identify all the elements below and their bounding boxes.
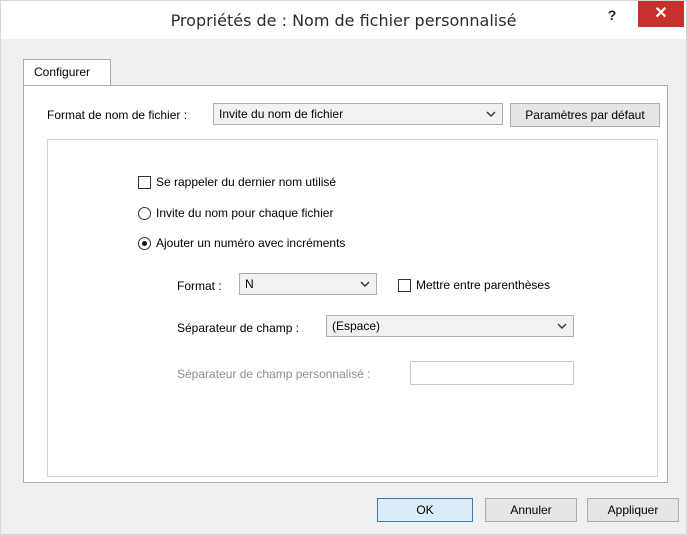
field-separator-value: (Espace): [332, 319, 381, 333]
custom-separator-input: [410, 361, 574, 385]
field-separator-label: Séparateur de champ :: [177, 321, 300, 335]
help-button[interactable]: ?: [599, 5, 625, 27]
default-settings-button[interactable]: Paramètres par défaut: [510, 103, 660, 127]
custom-separator-label: Séparateur de champ personnalisé :: [177, 367, 371, 381]
chevron-down-icon: [360, 274, 370, 301]
window-title: Propriétés de : Nom de fichier personnal…: [170, 11, 517, 30]
close-button[interactable]: ✕: [638, 1, 684, 27]
remember-last-name-label: Se rappeler du dernier nom utilisé: [156, 175, 337, 189]
options-group: [47, 139, 658, 477]
add-number-label: Ajouter un numéro avec incréments: [156, 236, 346, 250]
chevron-down-icon: [486, 104, 496, 131]
add-number-radio[interactable]: [138, 237, 151, 250]
ok-button[interactable]: OK: [377, 498, 473, 522]
chevron-down-icon: [557, 316, 567, 343]
parentheses-checkbox[interactable]: [398, 279, 411, 292]
remember-last-name-checkbox[interactable]: [138, 176, 151, 189]
field-separator-select[interactable]: (Espace): [326, 315, 574, 337]
cancel-button[interactable]: Annuler: [485, 498, 577, 522]
filename-format-value: Invite du nom de fichier: [219, 107, 344, 121]
tab-configurer[interactable]: Configurer: [23, 59, 111, 85]
number-format-label: Format :: [177, 279, 222, 293]
number-format-select[interactable]: N: [239, 273, 377, 295]
apply-button[interactable]: Appliquer: [587, 498, 679, 522]
close-icon: ✕: [654, 5, 668, 22]
prompt-each-file-label: Invite du nom pour chaque fichier: [156, 206, 334, 220]
title-bar: Propriétés de : Nom de fichier personnal…: [1, 1, 686, 39]
prompt-each-file-radio[interactable]: [138, 207, 151, 220]
filename-format-select[interactable]: Invite du nom de fichier: [213, 103, 503, 125]
number-format-value: N: [245, 277, 254, 291]
parentheses-label: Mettre entre parenthèses: [416, 278, 551, 292]
filename-format-label: Format de nom de fichier :: [47, 108, 188, 122]
properties-dialog: Propriétés de : Nom de fichier personnal…: [0, 0, 687, 535]
